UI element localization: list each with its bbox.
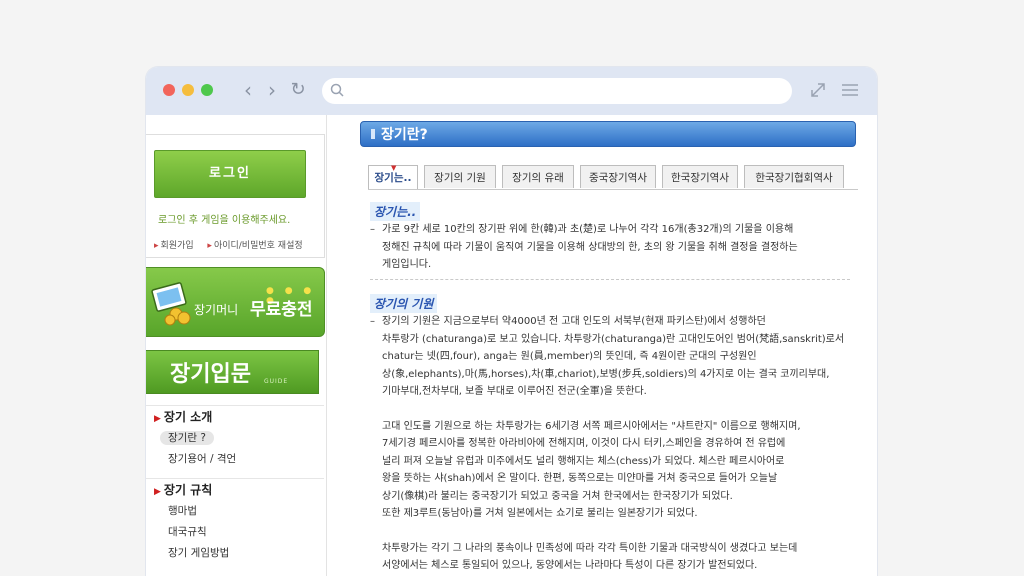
guide-subtitle: GUIDE: [264, 378, 289, 385]
coin-pc-icon: [151, 282, 191, 326]
minimize-window-button[interactable]: [182, 84, 194, 96]
menu-item-match-rules[interactable]: 대국규칙: [146, 522, 324, 543]
para-line: 차투랑가는 각기 그 나라의 풍속이나 민족성에 따라 각각 특이한 기물과 대…: [382, 542, 798, 554]
free-charge-banner[interactable]: ● ● ● ● 장기머니 무료충전: [146, 267, 325, 337]
triangle-icon: ▶: [154, 414, 161, 424]
menu-section-rules[interactable]: ▶ 장기 규칙: [146, 478, 324, 501]
close-window-button[interactable]: [163, 84, 175, 96]
menu-icon[interactable]: [839, 79, 861, 101]
sidebar-menu: ▶ 장기 소개 장기란 ? 장기용어 / 격언 ▶ 장기 규칙 행마법 대국규칙 장…: [146, 405, 324, 564]
login-note: 로그인 후 게임을 이용해주세요.: [158, 215, 291, 226]
account-recovery-link[interactable]: 아이디/비밀번호 재설정: [214, 241, 303, 251]
search-icon: [330, 83, 344, 97]
para-line: 또한 제3루트(동남아)를 거쳐 일본에서는 쇼기로 불리는 일본장기가 되었다…: [382, 508, 698, 519]
guide-title: 장기입문: [170, 362, 251, 387]
tab-label: 장기의 유래: [512, 172, 564, 184]
tab-label: 장기의 기원: [434, 172, 486, 184]
para-line: 정해진 규칙에 따라 기물이 움직여 기물을 이용해 상대방의 한, 초의 왕 …: [382, 241, 798, 253]
para-line: 기마부대,전차부대, 보졸 부대로 이루어진 전군(全軍)을 뜻한다.: [382, 386, 647, 397]
arrow-icon: ▸: [154, 241, 159, 251]
browser-toolbar: ‹ › ↻: [146, 67, 877, 115]
title-marker: [371, 129, 375, 139]
url-input[interactable]: [350, 81, 784, 103]
para-line: 널리 퍼져 오늘날 유럽과 미주에서도 널리 행해지는 체스(chess)가 되…: [382, 455, 785, 467]
reload-icon[interactable]: ↻: [286, 77, 310, 103]
para-line: 7세기경 페르시아를 정복한 아라비아에 전해지며, 이것이 다시 터키,스페인…: [382, 438, 786, 449]
tab-label: 중국장기역사: [589, 172, 647, 184]
para-line: chatur는 넷(四,four), anga는 원(員,member)의 뜻인…: [382, 351, 757, 362]
menu-item-terms[interactable]: 장기용어 / 격언: [146, 449, 324, 470]
menu-item-label: 장기용어 / 격언: [168, 453, 237, 465]
menu-item-label: 장기란 ?: [160, 431, 214, 445]
main-content: 장기란? ▼ 장기는.. 장기의 기원 장기의 유래 중국장기역사 한국장기역사 …: [360, 115, 860, 576]
tab-label: 장기는..: [374, 172, 412, 184]
tab-label: 한국장기협회역사: [755, 172, 833, 184]
back-icon[interactable]: ‹: [236, 77, 260, 103]
menu-item-label: 장기 게임방법: [168, 547, 230, 559]
login-links: ▸ 회원가입 ▸ 아이디/비밀번호 재설정: [154, 238, 303, 251]
para-line: – 가로 9칸 세로 10칸의 장기판 위에 한(韓)과 초(楚)로 나누어 각각…: [370, 224, 794, 235]
section-origin: 장기의 기원 – 장기의 기원은 지금으로부터 약4000년 전 고대 인도의 서…: [370, 293, 860, 575]
menu-item-how-to-play[interactable]: 장기 게임방법: [146, 543, 324, 564]
menu-section-intro[interactable]: ▶ 장기 소개: [146, 405, 324, 428]
tab-origin[interactable]: 장기의 기원: [424, 165, 496, 188]
menu-item-moves[interactable]: 행마법: [146, 501, 324, 522]
address-bar[interactable]: [322, 78, 792, 104]
signup-link[interactable]: 회원가입: [161, 241, 194, 251]
menu-section-label: 장기 규칙: [163, 483, 213, 497]
login-box: 로그인 로그인 후 게임을 이용해주세요. ▸ 회원가입 ▸ 아이디/비밀번호 재설…: [146, 134, 325, 258]
charge-main: 무료충전: [250, 300, 313, 320]
section-janggi-is: 장기는.. – 가로 9칸 세로 10칸의 장기판 위에 한(韓)과 초(楚)로 …: [370, 201, 860, 274]
tab-label: 한국장기역사: [671, 172, 729, 184]
para-line: 서양에서는 체스로 통일되어 있으나, 동양에서는 나라마다 특성이 다른 장기…: [382, 560, 758, 571]
login-button[interactable]: 로그인: [154, 150, 306, 198]
para-line: – 장기의 기원은 지금으로부터 약4000년 전 고대 인도의 서북부(현재 파…: [370, 316, 766, 327]
charge-prefix: 장기머니: [194, 303, 239, 317]
web-page: 로그인 로그인 후 게임을 이용해주세요. ▸ 회원가입 ▸ 아이디/비밀번호 재설…: [146, 115, 877, 576]
arrow-icon: ▸: [207, 241, 212, 251]
tab-bar: ▼ 장기는.. 장기의 기원 장기의 유래 중국장기역사 한국장기역사 한국장기협…: [368, 165, 858, 190]
browser-window: ‹ › ↻ 로그인 로그인 후 게임을 이용해주세요. ▸ 회원가입 ▸ 아이디…: [146, 67, 877, 576]
para-line: 고대 인도를 기원으로 하는 차투랑가는 6세기경 서쪽 페르시아에서는 "샤트…: [382, 420, 801, 432]
menu-section-label: 장기 소개: [163, 410, 213, 424]
para-line: 차투랑가 (chaturanga)로 보고 있습니다. 차투랑가(chatura…: [382, 333, 845, 345]
section-heading: 장기의 기원: [370, 294, 438, 313]
tab-korean-history[interactable]: 한국장기역사: [662, 165, 738, 188]
maximize-window-button[interactable]: [201, 84, 213, 96]
forward-icon[interactable]: ›: [260, 77, 284, 103]
page-title: 장기란?: [381, 127, 428, 143]
divider: [370, 279, 850, 280]
para-line: 상(象,elephants),마(馬,horses),차(車,chariot),…: [382, 368, 830, 380]
tab-history[interactable]: 장기의 유래: [502, 165, 574, 188]
menu-item-what-is-janggi[interactable]: 장기란 ?: [146, 428, 324, 449]
tab-association-history[interactable]: 한국장기협회역사: [744, 165, 844, 188]
section-heading: 장기는..: [370, 202, 421, 221]
guide-banner: 장기입문 GUIDE: [146, 350, 319, 394]
para-line: 게임입니다.: [382, 259, 432, 270]
tab-janggi-is[interactable]: ▼ 장기는..: [368, 165, 418, 189]
tab-chinese-history[interactable]: 중국장기역사: [580, 165, 656, 188]
triangle-icon: ▶: [154, 487, 161, 497]
menu-item-label: 행마법: [168, 505, 197, 517]
para-line: 상기(像棋)라 불리는 중국장기가 되었고 중국을 거쳐 한국에서는 한국장기가…: [382, 490, 733, 502]
sidebar: 로그인 로그인 후 게임을 이용해주세요. ▸ 회원가입 ▸ 아이디/비밀번호 재설…: [146, 115, 327, 576]
active-marker-icon: ▼: [391, 164, 397, 172]
para-line: 왕을 뜻하는 샤(shah)에서 온 말이다. 한편, 동쪽으로는 미얀마를 거…: [382, 473, 778, 484]
expand-icon[interactable]: [807, 79, 829, 101]
page-title-bar: 장기란?: [360, 121, 856, 147]
menu-item-label: 대국규칙: [168, 526, 207, 538]
